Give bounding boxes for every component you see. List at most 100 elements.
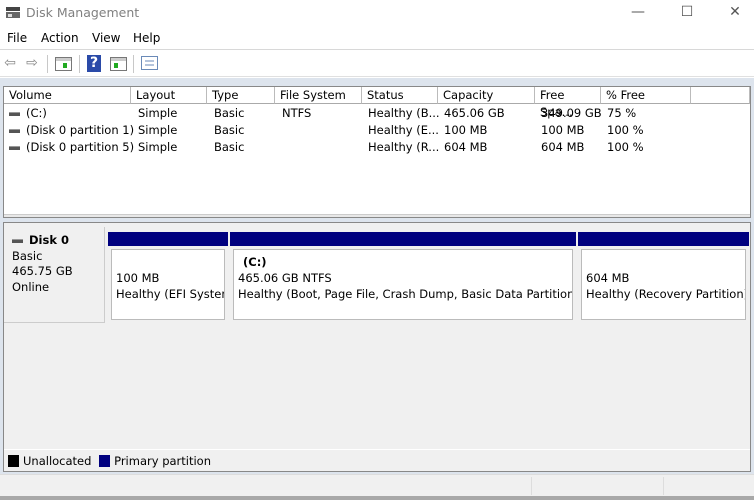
cell-text: Simple (138, 106, 178, 120)
cell-status[interactable]: Healthy (E... (368, 122, 439, 139)
cell-type[interactable]: Basic (214, 105, 244, 122)
cell-text: (C:) (26, 106, 47, 120)
partition-bar (108, 232, 228, 246)
toolbar-separator (133, 55, 134, 73)
cell-text: 100 MB (541, 123, 585, 137)
cell-text: NTFS (282, 106, 312, 120)
partition-size: 100 MB (116, 271, 160, 285)
volume-drive-icon (9, 128, 20, 133)
cell-text: 604 MB (541, 140, 585, 154)
cell-type[interactable]: Basic (214, 139, 244, 156)
column-header-file-system[interactable]: File System (275, 87, 362, 104)
cell-text: 100 MB (444, 123, 488, 137)
status-bar (0, 474, 754, 496)
maximize-button[interactable]: ☐ (677, 4, 697, 20)
unallocated-swatch (8, 455, 19, 467)
partition-status: Healthy (Boot, Page File, Crash Dump, Ba… (238, 287, 573, 301)
menu-view[interactable]: View (92, 31, 120, 45)
partition-size: 604 MB (586, 271, 630, 285)
cell--free[interactable]: 75 % (607, 105, 636, 122)
cell-text: Basic (214, 123, 245, 137)
primary-partition-swatch (99, 455, 111, 467)
cell-text: Healthy (R... (368, 140, 440, 154)
cell-capacity[interactable]: 604 MB (444, 139, 487, 156)
cell-volume[interactable]: (Disk 0 partition 5) (9, 139, 134, 156)
cell-text: Basic (214, 106, 245, 120)
disk-state: Online (12, 279, 50, 294)
volume-drive-icon (9, 111, 20, 116)
cell-layout[interactable]: Simple (138, 122, 177, 139)
legend-unallocated: Unallocated (23, 454, 92, 468)
help-icon[interactable]: ? (87, 55, 101, 72)
column-header-blank (691, 87, 750, 104)
disk-type: Basic (12, 248, 43, 263)
cell-text: 75 % (607, 106, 637, 120)
legend: Unallocated Primary partition (4, 449, 750, 471)
menu-help[interactable]: Help (133, 31, 160, 45)
cell-text: (Disk 0 partition 5) (26, 140, 135, 154)
back-arrow-icon[interactable]: ⇦ (1, 55, 19, 72)
partition-size: 465.06 GB NTFS (238, 271, 332, 285)
cell-text: 465.06 GB (444, 106, 505, 120)
column-header-status[interactable]: Status (362, 87, 438, 104)
cell-layout[interactable]: Simple (138, 105, 177, 122)
cell-free-spa[interactable]: 100 MB (541, 122, 584, 139)
disk-name: Disk 0 (29, 233, 69, 247)
cell-text: 100 % (607, 123, 644, 137)
column-header-free-space[interactable]: Free Spa... (535, 87, 601, 119)
partition-efi[interactable]: 100 MB Healthy (EFI System (108, 232, 228, 320)
partition-c[interactable]: (C:) 465.06 GB NTFS Healthy (Boot, Page … (230, 232, 576, 320)
minimize-button[interactable]: — (628, 4, 648, 20)
cell-text: Simple (138, 123, 178, 137)
partition-recovery[interactable]: 604 MB Healthy (Recovery Partition) (578, 232, 749, 320)
partition-status: Healthy (EFI System (116, 287, 225, 301)
legend-primary-partition: Primary partition (114, 454, 211, 468)
cell-text: Basic (214, 140, 245, 154)
show-hide-console-tree-icon[interactable] (55, 57, 72, 71)
cell-text: Healthy (E... (368, 123, 439, 137)
window-title: Disk Management (26, 5, 140, 20)
cell-text: Healthy (B... (368, 106, 440, 120)
cell-free-spa[interactable]: 349.09 GB (541, 105, 602, 122)
column-header-type[interactable]: Type (207, 87, 275, 104)
cell-text: 604 MB (444, 140, 488, 154)
cell-file-system[interactable]: NTFS (282, 105, 311, 122)
toolbar-separator (79, 55, 80, 73)
menu-file[interactable]: File (7, 31, 27, 45)
cell-text: 100 % (607, 140, 644, 154)
disk-0-label[interactable]: Disk 0 Basic 465.75 GB Online (4, 227, 105, 323)
cell-layout[interactable]: Simple (138, 139, 177, 156)
disk-graphical-view: Disk 0 Basic 465.75 GB Online 100 MB Hea… (3, 222, 751, 472)
forward-arrow-icon[interactable]: ⇨ (23, 55, 41, 72)
column-header-capacity[interactable]: Capacity (438, 87, 535, 104)
close-button[interactable]: ✕ (725, 4, 745, 20)
toolbar: ⇦ ⇨ ? (0, 51, 754, 77)
column-header-percent-free[interactable]: % Free (601, 87, 691, 104)
column-header-layout[interactable]: Layout (131, 87, 207, 104)
cell-volume[interactable]: (C:) (9, 105, 47, 122)
window-bottom-border (0, 496, 754, 500)
cell-capacity[interactable]: 465.06 GB (444, 105, 505, 122)
volume-list: Volume Layout Type File System Status Ca… (3, 86, 751, 218)
show-hide-action-pane-icon[interactable] (110, 57, 127, 71)
toolbar-separator (47, 55, 48, 73)
title-bar: Disk Management — ☐ ✕ (0, 0, 754, 26)
cell-status[interactable]: Healthy (B... (368, 105, 440, 122)
cell-status[interactable]: Healthy (R... (368, 139, 439, 156)
partition-bar (578, 232, 749, 246)
column-header-volume[interactable]: Volume (4, 87, 131, 104)
cell-volume[interactable]: (Disk 0 partition 1) (9, 122, 134, 139)
cell--free[interactable]: 100 % (607, 139, 644, 156)
menu-action[interactable]: Action (41, 31, 79, 45)
cell-type[interactable]: Basic (214, 122, 244, 139)
cell-free-spa[interactable]: 604 MB (541, 139, 584, 156)
status-divider (531, 477, 532, 495)
disk-management-icon (6, 7, 20, 18)
cell-capacity[interactable]: 100 MB (444, 122, 487, 139)
partition-bar (230, 232, 576, 246)
cell-text: Simple (138, 140, 178, 154)
cell-text: 349.09 GB (541, 106, 602, 120)
cell--free[interactable]: 100 % (607, 122, 644, 139)
properties-icon[interactable] (141, 56, 158, 70)
horizontal-scrollbar[interactable] (4, 214, 750, 217)
